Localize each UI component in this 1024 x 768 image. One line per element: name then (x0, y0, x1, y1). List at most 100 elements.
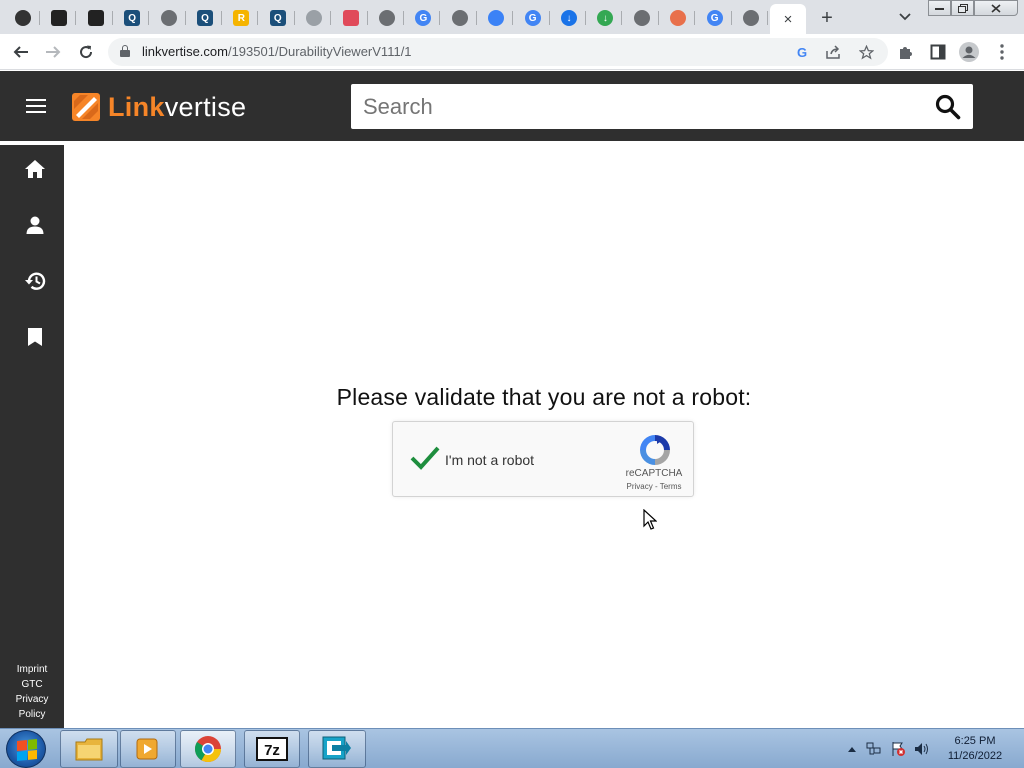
browser-tab[interactable] (479, 4, 514, 32)
browser-tab[interactable]: Q (188, 4, 222, 32)
taskbar-7zip[interactable]: 7z (244, 730, 300, 768)
tab-separator (293, 11, 295, 25)
tab-separator (621, 11, 623, 25)
globe-favicon-icon (633, 10, 650, 26)
recaptcha-checkbox[interactable] (409, 442, 441, 474)
privacy-link[interactable]: Privacy (0, 692, 64, 707)
gtc-link[interactable]: GTC (0, 677, 64, 692)
bookmark-star-icon[interactable] (856, 42, 876, 62)
system-tray: 6:25 PM 11/26/2022 (840, 729, 1024, 768)
menu-hamburger-icon[interactable] (26, 99, 46, 113)
new-tab-button[interactable]: + (815, 6, 839, 30)
volume-icon[interactable] (914, 741, 930, 757)
close-window-button[interactable] (974, 0, 1018, 16)
linkvertise-logo[interactable]: Linkvertise (70, 91, 246, 123)
tab-separator (257, 11, 259, 25)
browser-tab[interactable]: G (698, 4, 732, 32)
active-tab[interactable]: × (770, 4, 806, 34)
browser-tab[interactable] (661, 4, 696, 32)
browser-tab[interactable] (370, 4, 404, 32)
taskbar-remote-app[interactable] (308, 730, 366, 768)
reload-button[interactable] (75, 41, 97, 63)
network-icon[interactable] (866, 741, 882, 757)
home-icon[interactable] (20, 154, 50, 184)
browser-tab[interactable]: ↓ (588, 4, 623, 32)
address-bar[interactable]: linkvertise.com/193501/DurabilityViewerV… (108, 38, 888, 66)
browser-tab[interactable] (625, 4, 659, 32)
browser-tab[interactable] (734, 4, 768, 32)
browser-tab[interactable] (297, 4, 332, 32)
sidebar: Imprint GTC Privacy Policy (0, 145, 64, 728)
browser-toolbar: linkvertise.com/193501/DurabilityViewerV… (0, 34, 1024, 70)
chrome-menu-icon[interactable] (991, 41, 1013, 63)
browser-tab[interactable]: Q (261, 4, 295, 32)
browser-tab[interactable]: Q (115, 4, 150, 32)
lock-icon[interactable] (120, 45, 130, 57)
system-clock[interactable]: 6:25 PM 11/26/2022 (940, 734, 1010, 764)
shield-favicon-icon (87, 10, 104, 26)
q-favicon-icon: Q (197, 10, 213, 26)
tab-separator (148, 11, 150, 25)
globe-favicon-icon (306, 10, 323, 26)
search-box (351, 84, 973, 129)
close-tab-icon[interactable]: × (784, 11, 793, 28)
recaptcha-privacy-terms-links[interactable]: Privacy - Terms (615, 482, 693, 491)
restore-button[interactable] (951, 0, 974, 16)
globe-favicon-icon (160, 10, 177, 26)
taskbar-chrome[interactable] (180, 730, 236, 768)
profile-avatar[interactable] (958, 41, 980, 63)
recaptcha-label: I'm not a robot (445, 452, 535, 468)
search-input[interactable] (363, 94, 923, 120)
search-icon[interactable] (935, 94, 961, 120)
recaptcha-logo-icon (637, 432, 673, 468)
tab-separator (39, 11, 40, 25)
tab-separator (221, 11, 222, 25)
imprint-link[interactable]: Imprint (0, 662, 64, 677)
url-text[interactable]: linkvertise.com/193501/DurabilityViewerV… (142, 44, 412, 59)
windows-logo-icon (17, 738, 37, 762)
browser-tab[interactable]: R (224, 4, 259, 32)
browser-tab[interactable]: G (516, 4, 550, 32)
start-button[interactable] (6, 730, 46, 768)
media-player-icon (136, 738, 158, 760)
store-favicon-icon (342, 10, 359, 26)
extensions-icon[interactable] (895, 41, 917, 63)
browser-tab[interactable]: G (406, 4, 441, 32)
linkvertise-logo-mark-icon (70, 91, 102, 123)
show-hidden-icons-icon[interactable] (844, 741, 860, 757)
forward-button[interactable] (42, 41, 64, 63)
taskbar-explorer[interactable] (60, 730, 118, 768)
remote-app-icon (322, 736, 351, 760)
browser-tab[interactable] (6, 4, 40, 32)
google-favicon-icon: G (706, 10, 723, 26)
browser-tab[interactable] (152, 4, 186, 32)
browser-tab[interactable] (42, 4, 77, 32)
tab-separator (475, 11, 477, 25)
tab-separator (75, 11, 77, 25)
side-panel-icon[interactable] (927, 41, 949, 63)
browser-tab[interactable] (79, 4, 113, 32)
globe-favicon-icon (743, 10, 759, 26)
bookmark-icon[interactable] (20, 322, 50, 352)
browser-tab[interactable] (334, 4, 368, 32)
tab-separator (767, 11, 768, 25)
site-header: Linkvertise (0, 71, 1024, 141)
action-center-icon[interactable] (890, 741, 906, 757)
history-icon[interactable] (20, 266, 50, 296)
policy-link[interactable]: Policy (0, 707, 64, 722)
clock-time: 6:25 PM (954, 735, 996, 747)
browser-tab[interactable] (443, 4, 477, 32)
back-button[interactable] (10, 41, 32, 63)
profile-icon[interactable] (20, 210, 50, 240)
tab-separator (366, 11, 368, 25)
windows-taskbar: 7z 6:25 PM 11/26/2022 (0, 728, 1024, 768)
minimize-button[interactable] (928, 0, 951, 16)
share-icon[interactable] (823, 42, 843, 62)
google-lens-icon[interactable]: G (792, 42, 812, 62)
browser-tab[interactable]: ↓ (552, 4, 586, 32)
taskbar-media-player[interactable] (120, 730, 176, 768)
tab-separator (184, 11, 186, 25)
tab-search-chevron-icon[interactable] (895, 6, 915, 28)
sidebar-footer: Imprint GTC Privacy Policy (0, 662, 64, 722)
rockstar-favicon-icon: R (233, 10, 250, 26)
